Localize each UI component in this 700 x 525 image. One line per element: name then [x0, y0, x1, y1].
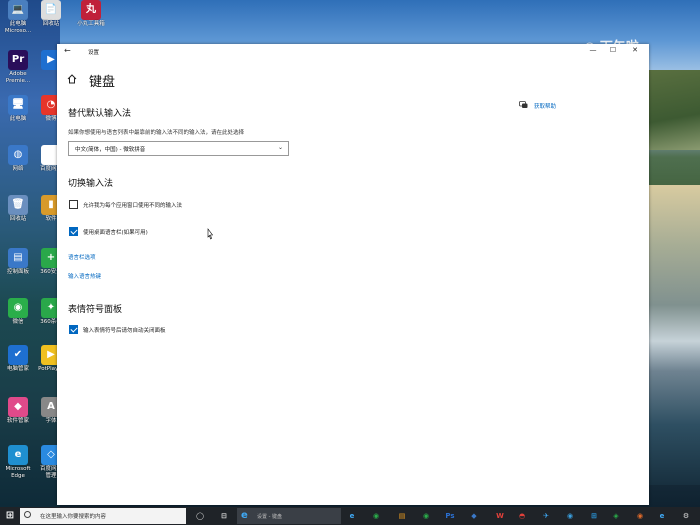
page-title: 键盘 — [89, 75, 116, 90]
taskbar-app-icon[interactable]: ✈ — [540, 510, 552, 522]
taskbar-app-icon[interactable]: e — [656, 510, 668, 522]
taskbar-app-icon[interactable]: ◉ — [370, 510, 382, 522]
section-heading-emoji-panel: 表情符号面板 — [68, 305, 123, 315]
taskbar-app-icon[interactable]: ◯ — [194, 510, 206, 522]
taskbar-app-icon[interactable]: Ps — [444, 510, 456, 522]
edge-icon: e — [241, 510, 248, 521]
chevron-down-icon: ⌄ — [277, 144, 283, 151]
chat-help-icon — [519, 101, 528, 108]
section-heading-switch-ime: 切换输入法 — [68, 179, 114, 189]
help-link-label: 获取帮助 — [534, 104, 557, 110]
desktop-app-icon: ◉ — [8, 298, 28, 318]
taskbar-app-icon[interactable]: ◉ — [564, 510, 576, 522]
desktop-app-icon: ◆ — [8, 397, 28, 417]
mouse-cursor-icon — [207, 228, 213, 240]
start-button[interactable]: ⊞ — [4, 510, 16, 522]
back-arrow-icon[interactable]: ← — [64, 46, 71, 55]
maximize-button[interactable]: ☐ — [605, 46, 621, 54]
taskbar-active-window[interactable]: e 设置 - 键盘 — [237, 508, 341, 524]
desktop-language-bar-checkbox[interactable] — [69, 227, 78, 236]
home-icon[interactable] — [67, 74, 77, 84]
desktop-app-icon: ▤ — [8, 248, 28, 268]
desktop-app-icon: Pr — [8, 50, 28, 70]
taskbar-app-icon[interactable]: ◈ — [610, 510, 622, 522]
emoji-panel-label: 输入表情符号后请勿自动关闭面板 — [83, 328, 166, 334]
emoji-panel-checkbox[interactable] — [69, 325, 78, 334]
per-app-ime-checkbox[interactable] — [69, 200, 78, 209]
taskbar-app-icon[interactable]: W — [494, 510, 506, 522]
desktop-app-icon: ◍ — [8, 145, 28, 165]
input-language-hotkeys-link[interactable]: 输入语言热键 — [68, 272, 101, 280]
wallpaper-lake — [648, 185, 700, 485]
desktop-language-bar-label: 使用桌面语言栏(如果可用) — [83, 230, 148, 236]
settings-window: ← 设置 — ☐ ✕ 键盘 获取帮助 替代默认输入法 如果你想使用与语言列表中最… — [57, 44, 649, 505]
desktop-icon-label: 小丸工具箱 — [77, 21, 105, 27]
taskbar-search-placeholder: 在这里输入你要搜索的内容 — [40, 514, 107, 520]
desktop-app-icon: 💻 — [8, 0, 28, 20]
desktop-icon[interactable]: 丸小丸工具箱 — [68, 0, 114, 28]
taskbar-active-window-label: 设置 - 键盘 — [257, 514, 282, 520]
desktop-app-icon: ✔ — [8, 345, 28, 365]
taskbar-app-icon[interactable]: ◓ — [516, 510, 528, 522]
taskbar-app-icon[interactable]: ⊞ — [588, 510, 600, 522]
section-heading-default-ime: 替代默认输入法 — [68, 109, 132, 119]
desktop-app-icon: 🗑 — [8, 195, 28, 215]
close-button[interactable]: ✕ — [627, 46, 643, 54]
minimize-button[interactable]: — — [585, 46, 601, 54]
taskbar-app-icon[interactable]: ◆ — [468, 510, 480, 522]
per-app-ime-label: 允许我为每个应用窗口使用不同的输入法 — [83, 203, 183, 209]
taskbar-app-icon[interactable]: ⚙ — [680, 510, 692, 522]
default-ime-description: 如果你想使用与语言列表中最靠前的输入法不同的输入法，请在此处选择 — [68, 130, 245, 136]
taskbar-app-icon[interactable]: e — [346, 510, 358, 522]
default-ime-select-value: 中文(简体，中国) - 微软拼音 — [75, 147, 146, 153]
default-ime-select[interactable]: 中文(简体，中国) - 微软拼音 ⌄ — [68, 141, 289, 156]
window-title: 设置 — [88, 50, 100, 56]
taskbar-search[interactable]: 在这里输入你要搜索的内容 — [20, 508, 186, 524]
desktop-app-icon: e — [8, 445, 28, 465]
taskbar-app-icon[interactable]: ⊟ — [218, 510, 230, 522]
taskbar: ⊞ 在这里输入你要搜索的内容 e 设置 - 键盘 ◯ ⊟ e ◉ ▤ ◉ Ps ◆ W ◓ ✈ ◉ ⊞ ◈… — [0, 507, 700, 525]
taskbar-app-icon[interactable]: ▤ — [396, 510, 408, 522]
desktop-app-icon: 📄 — [41, 0, 61, 20]
wallpaper-mountain — [640, 70, 700, 150]
desktop-app-icon: 丸 — [81, 0, 101, 20]
search-icon — [24, 511, 31, 518]
title-bar: ← 设置 — ☐ ✕ — [57, 44, 649, 60]
taskbar-app-icon[interactable]: ◉ — [634, 510, 646, 522]
language-bar-options-link[interactable]: 语言栏选项 — [68, 253, 96, 261]
desktop-icon-label: Adobe Premie... — [5, 71, 31, 84]
taskbar-app-icon[interactable]: ◉ — [420, 510, 432, 522]
desktop-app-icon: 🖥 — [8, 95, 28, 115]
